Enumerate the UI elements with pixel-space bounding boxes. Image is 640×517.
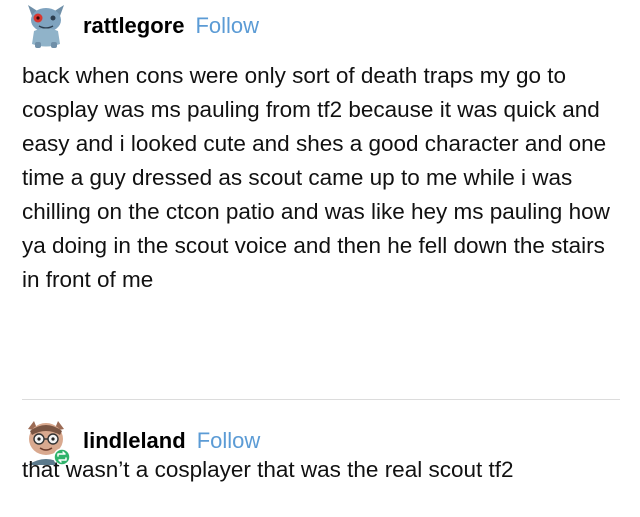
divider (22, 399, 620, 400)
creature-avatar-icon[interactable] (22, 2, 70, 50)
post-body-text: that wasn’t a cosplayer that was the rea… (22, 457, 514, 482)
follow-button[interactable]: Follow (195, 13, 259, 39)
post-header: rattlegore Follow (22, 2, 259, 50)
username[interactable]: rattlegore (83, 13, 184, 39)
post-body-text: back when cons were only sort of death t… (22, 63, 610, 292)
username[interactable]: lindleland (83, 428, 186, 454)
follow-button[interactable]: Follow (197, 428, 261, 454)
